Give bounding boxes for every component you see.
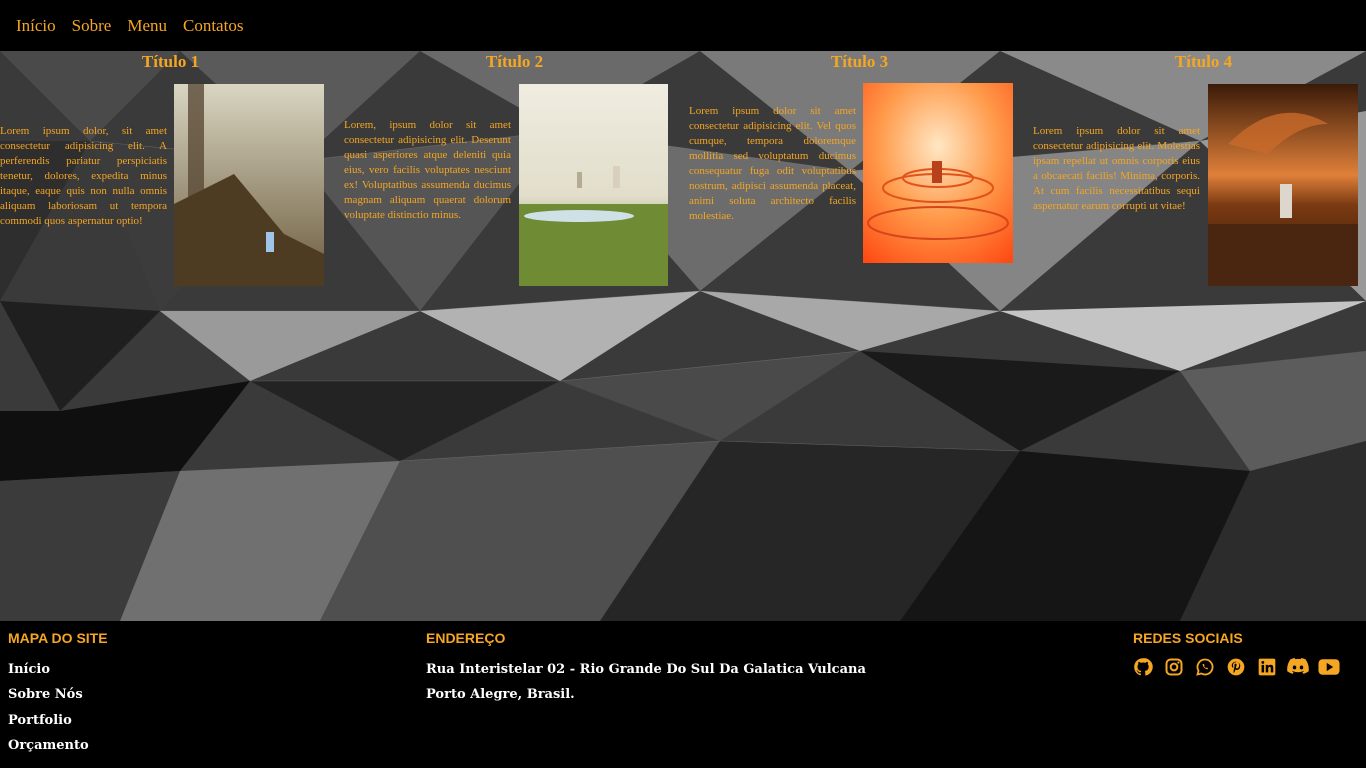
nav-link-contatos[interactable]: Contatos xyxy=(183,16,243,36)
card-title: Título 3 xyxy=(830,52,889,71)
astronaut-cliff-image xyxy=(174,84,324,286)
astronauts-meadow-image xyxy=(519,84,668,286)
card-title: Título 4 xyxy=(1174,52,1233,71)
nav-link-inicio[interactable]: Início xyxy=(16,16,56,36)
card-photo xyxy=(863,83,1013,263)
footer: MAPA DO SITE Início Sobre Nós Portfolio … xyxy=(0,621,1366,768)
address-line-2: Porto Alegre, Brasil. xyxy=(426,687,575,702)
astronaut-orange-rings-image xyxy=(863,83,1013,263)
social-heading: REDES SOCIAIS xyxy=(1133,630,1243,646)
instagram-icon[interactable] xyxy=(1163,656,1185,678)
card-text: Lorem ipsum dolor sit amet consectetur a… xyxy=(1033,125,1200,212)
card-photo xyxy=(174,84,324,286)
github-icon[interactable] xyxy=(1132,656,1154,678)
pinterest-icon[interactable] xyxy=(1225,656,1247,678)
card-photo xyxy=(1208,84,1358,286)
nav-link-sobre[interactable]: Sobre xyxy=(72,16,112,36)
card-1: Título 1 Lorem ipsum dolor, sit amet con… xyxy=(0,51,341,311)
card-photo xyxy=(519,84,668,286)
card-text: Lorem ipsum dolor sit amet consectetur a… xyxy=(689,105,856,222)
nav-link-menu[interactable]: Menu xyxy=(127,16,167,36)
footer-link-orcamento[interactable]: Orçamento xyxy=(8,738,89,753)
hero-section: Título 1 Lorem ipsum dolor, sit amet con… xyxy=(0,51,1366,621)
astronaut-sunset-field-image xyxy=(1208,84,1358,286)
top-nav: Início Sobre Menu Contatos xyxy=(0,0,1366,51)
footer-link-inicio[interactable]: Início xyxy=(8,662,50,677)
address-heading: ENDEREÇO xyxy=(426,630,506,646)
card-3: Título 3 Lorem ipsum dolor sit amet cons… xyxy=(689,51,1030,311)
card-title: Título 2 xyxy=(485,52,544,71)
card-title: Título 1 xyxy=(141,52,200,71)
address-line-1: Rua Interistelar 02 - Rio Grande Do Sul … xyxy=(426,662,866,677)
footer-link-sobre-nos[interactable]: Sobre Nós xyxy=(8,687,83,702)
card-text: Lorem, ipsum dolor sit amet consectetur … xyxy=(344,119,511,221)
sitemap-heading: MAPA DO SITE xyxy=(8,630,108,646)
card-text: Lorem ipsum dolor, sit amet consectetur … xyxy=(0,125,167,227)
youtube-icon[interactable] xyxy=(1318,656,1340,678)
footer-link-portfolio[interactable]: Portfolio xyxy=(8,713,72,728)
whatsapp-icon[interactable] xyxy=(1194,656,1216,678)
card-2: Título 2 Lorem, ipsum dolor sit amet con… xyxy=(344,51,685,311)
social-icons xyxy=(1132,656,1340,678)
discord-icon[interactable] xyxy=(1287,656,1309,678)
card-4: Título 4 Lorem ipsum dolor sit amet cons… xyxy=(1033,51,1366,311)
linkedin-icon[interactable] xyxy=(1256,656,1278,678)
